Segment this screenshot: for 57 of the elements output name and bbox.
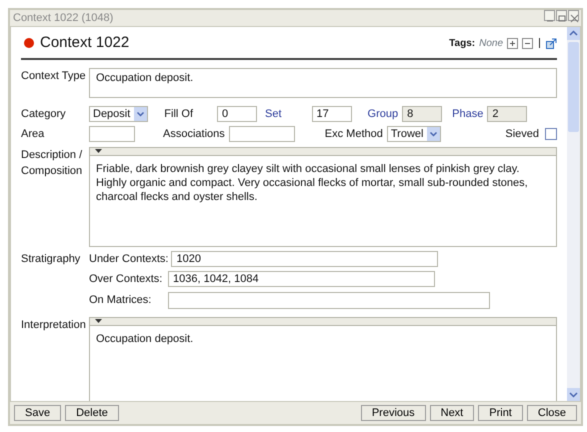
- input-field[interactable]: [89, 126, 135, 142]
- external-window-icon[interactable]: [546, 38, 557, 49]
- dropdown[interactable]: Deposit: [89, 106, 148, 122]
- input-field[interactable]: 1020: [171, 250, 438, 267]
- field-link[interactable]: Set: [265, 106, 282, 122]
- add-tag-icon[interactable]: [507, 38, 518, 49]
- scroll-thumb[interactable]: [568, 42, 579, 132]
- field-label: Stratigraphy: [21, 252, 82, 266]
- field-link[interactable]: Group: [368, 106, 398, 122]
- record-title: Context 1022: [40, 33, 130, 53]
- field-label: Description / Composition: [21, 148, 84, 179]
- field-link[interactable]: Phase: [452, 106, 484, 122]
- dropdown[interactable]: Trowel: [386, 126, 442, 142]
- scroll-down-icon[interactable]: [567, 388, 580, 401]
- collapse-toggle[interactable]: [89, 146, 557, 154]
- interpretation-field[interactable]: Occupation deposit.: [89, 324, 557, 401]
- field-label: Associations: [163, 127, 225, 142]
- tags-label: Tags:: [449, 36, 476, 51]
- close-icon[interactable]: [568, 10, 579, 21]
- input-field: 8: [402, 106, 442, 122]
- footer-button[interactable]: Print: [478, 405, 523, 421]
- field-label: Fill Of: [164, 106, 194, 122]
- field-label: Area: [21, 127, 46, 142]
- maximize-icon[interactable]: [556, 10, 567, 21]
- footer-button[interactable]: Delete: [65, 405, 119, 421]
- remove-tag-icon[interactable]: [522, 38, 533, 49]
- field-label: Interpretation: [21, 318, 87, 332]
- context-type-field[interactable]: Occupation deposit.: [89, 68, 557, 98]
- scroll-up-icon[interactable]: [567, 27, 580, 40]
- footer-button[interactable]: Close: [526, 405, 577, 421]
- caret-icon: [427, 127, 440, 142]
- scrollbar[interactable]: [567, 27, 580, 401]
- input-field[interactable]: 17: [312, 106, 352, 122]
- input-field: 2: [487, 106, 528, 122]
- input-field[interactable]: 1036, 1042, 1084: [168, 271, 435, 288]
- minimize-icon[interactable]: [544, 10, 555, 21]
- input-field[interactable]: [168, 292, 490, 308]
- description-field[interactable]: Friable, dark brownish grey clayey silt with occasional small lenses of pinkish grey clay. Highly organic and compact. Very occasional flecks of mortar, small sub-rounded stones, charcoal flecks and oyster shells.: [89, 154, 557, 246]
- field-label: Context Type: [21, 68, 87, 84]
- field-label: Under Contexts:: [89, 252, 168, 266]
- field-label: Category: [21, 106, 67, 122]
- input-field[interactable]: [228, 126, 295, 142]
- separator-bar: [539, 38, 540, 48]
- status-dot: [24, 38, 34, 48]
- footer-button[interactable]: Previous: [360, 405, 426, 421]
- footer-button[interactable]: Save: [14, 405, 62, 421]
- window-title: Context 1022 (1048): [13, 10, 114, 26]
- checkbox[interactable]: [545, 128, 557, 140]
- field-label: On Matrices:: [89, 292, 152, 308]
- collapse-toggle[interactable]: [89, 316, 557, 324]
- tags-value: None: [479, 36, 503, 51]
- field-label: Sieved: [505, 127, 539, 142]
- footer-button[interactable]: Next: [430, 405, 474, 421]
- field-label: Over Contexts:: [89, 272, 164, 287]
- caret-icon: [134, 106, 148, 121]
- field-label: Exc Method: [324, 127, 383, 142]
- input-field[interactable]: 0: [217, 106, 258, 122]
